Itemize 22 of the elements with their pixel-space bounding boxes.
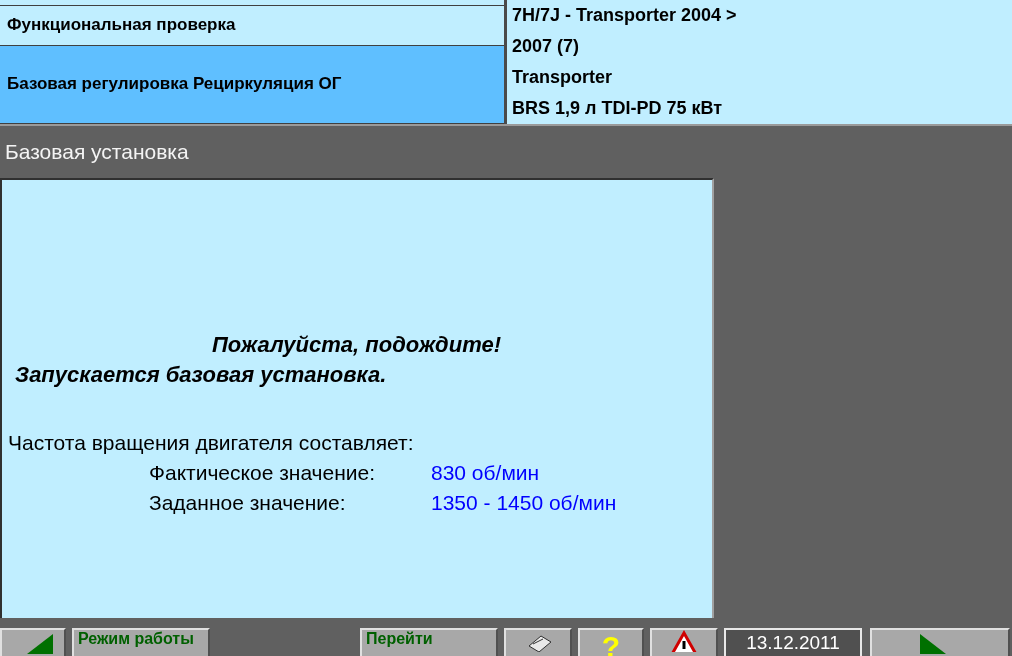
wait-message: Запускается базовая установка. xyxy=(15,361,387,389)
back-button[interactable] xyxy=(0,628,66,656)
mode-button[interactable]: Режим работы xyxy=(72,628,210,656)
warning-button[interactable] xyxy=(650,628,718,656)
next-button[interactable] xyxy=(870,628,1010,656)
nav-item[interactable]: Базовая регулировка Рециркуляция ОГ xyxy=(0,45,504,124)
date-display: 13.12.2011 xyxy=(724,628,862,656)
reading-label: Заданное значение: xyxy=(149,490,347,516)
reading-label: Фактическое значение: xyxy=(149,460,377,486)
print-button[interactable] xyxy=(504,628,572,656)
readings-heading: Частота вращения двигателя составляет: xyxy=(8,430,414,456)
reading-value: 830 об/мин xyxy=(431,460,541,486)
goto-button[interactable]: Перейти xyxy=(360,628,498,656)
reading-value: 1350 - 1450 об/мин xyxy=(431,490,618,516)
vehicle-info-line: Transporter xyxy=(512,67,614,88)
section-title: Базовая установка xyxy=(4,139,190,165)
vehicle-info-line: BRS 1,9 л TDI-PD 75 кВт xyxy=(512,98,724,119)
warning-icon xyxy=(669,630,699,652)
wait-message: Пожалуйста, подождите! xyxy=(212,331,501,359)
vehicle-info-line: 2007 (7) xyxy=(512,36,581,57)
nav-item[interactable]: Функциональная проверка xyxy=(0,6,504,46)
vehicle-info-line: 7H/7J - Transporter 2004 > xyxy=(512,5,738,26)
